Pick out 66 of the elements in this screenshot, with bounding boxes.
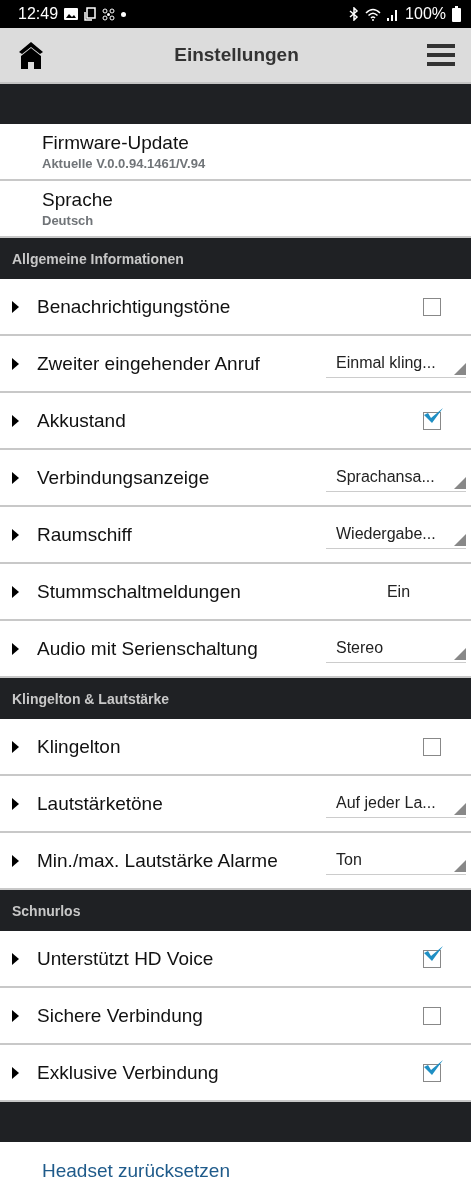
checkbox[interactable] [423, 411, 441, 430]
checkbox[interactable] [423, 737, 441, 756]
expand-arrow-icon[interactable] [12, 854, 19, 867]
checkbox[interactable] [423, 297, 441, 316]
dropdown[interactable]: Einmal kling... [326, 349, 466, 378]
corner-caret-icon [454, 362, 466, 375]
bluetooth-icon [349, 7, 360, 21]
image-icon [64, 8, 79, 20]
section-header: Klingelton & Lautstärke [0, 678, 471, 719]
setting-label: Klingelton [37, 735, 122, 758]
expand-arrow-icon[interactable] [12, 740, 19, 753]
setting-value: Aktuelle V.0.0.94.1461/V.94 [42, 156, 207, 171]
expand-arrow-icon[interactable] [12, 585, 19, 598]
dropdown[interactable]: Ton [326, 846, 466, 875]
expand-arrow-icon[interactable] [12, 1066, 19, 1079]
setting-label: Audio mit Serienschaltung [37, 637, 259, 660]
settings-item[interactable]: Firmware-Update Aktuelle V.0.0.94.1461/V.94 [0, 124, 471, 181]
setting-label: Stummschaltmeldungen [37, 580, 242, 603]
corner-caret-icon [454, 647, 466, 660]
setting-label: Benachrichtigungstöne [37, 295, 232, 318]
dropdown[interactable]: Stereo [326, 634, 466, 663]
expand-arrow-icon[interactable] [12, 414, 19, 427]
dropdown[interactable]: Sprachansa... [326, 463, 466, 492]
battery-percent: 100% [405, 5, 446, 23]
checkbox[interactable] [423, 1063, 441, 1082]
setting-label: Zweiter eingehender Anruf [37, 352, 261, 375]
corner-caret-icon [454, 476, 466, 489]
setting-value: Ein [385, 582, 412, 601]
dot-icon [121, 11, 127, 17]
setting-label: Akkustand [37, 409, 127, 432]
checkbox[interactable] [423, 949, 441, 968]
page-title: Einstellungen [174, 44, 299, 66]
corner-caret-icon [454, 859, 466, 872]
setting-label: Sichere Verbindung [37, 1004, 204, 1027]
setting-label: Min./max. Lautstärke Alarme [37, 849, 279, 872]
corner-caret-icon [454, 533, 466, 546]
expand-arrow-icon[interactable] [12, 300, 19, 313]
setting-label: Sprache [42, 189, 114, 211]
dropdown[interactable]: Auf jeder La... [326, 789, 466, 818]
section-header: Allgemeine Informationen [0, 238, 471, 279]
setting-label: Firmware-Update [42, 132, 190, 154]
wifi-icon [365, 7, 382, 21]
expand-arrow-icon[interactable] [12, 1009, 19, 1022]
expand-arrow-icon[interactable] [12, 952, 19, 965]
expand-arrow-icon[interactable] [12, 528, 19, 541]
expand-arrow-icon[interactable] [12, 797, 19, 810]
setting-label: Unterstützt HD Voice [37, 947, 215, 970]
section-header: Schnurlos [0, 890, 471, 931]
dropdown[interactable]: Wiedergabe... [326, 520, 466, 549]
reset-link[interactable]: Headset zurücksetzen [42, 1160, 230, 1182]
fan-icon [102, 7, 116, 21]
battery-icon [452, 6, 461, 22]
setting-label: Raumschiff [37, 523, 133, 546]
setting-label: Lautstärketöne [37, 792, 164, 815]
menu-icon[interactable] [427, 43, 455, 67]
expand-arrow-icon[interactable] [12, 471, 19, 484]
setting-label: Verbindungsanzeige [37, 466, 211, 489]
setting-label: Exklusive Verbindung [37, 1061, 220, 1084]
clock-time: 12:49 [18, 5, 59, 23]
corner-caret-icon [454, 802, 466, 815]
clipboard-icon [84, 7, 97, 21]
expand-arrow-icon[interactable] [12, 642, 19, 655]
checkbox[interactable] [423, 1006, 441, 1025]
expand-arrow-icon[interactable] [12, 357, 19, 370]
signal-icon [387, 7, 400, 21]
setting-value: Deutsch [42, 213, 95, 228]
